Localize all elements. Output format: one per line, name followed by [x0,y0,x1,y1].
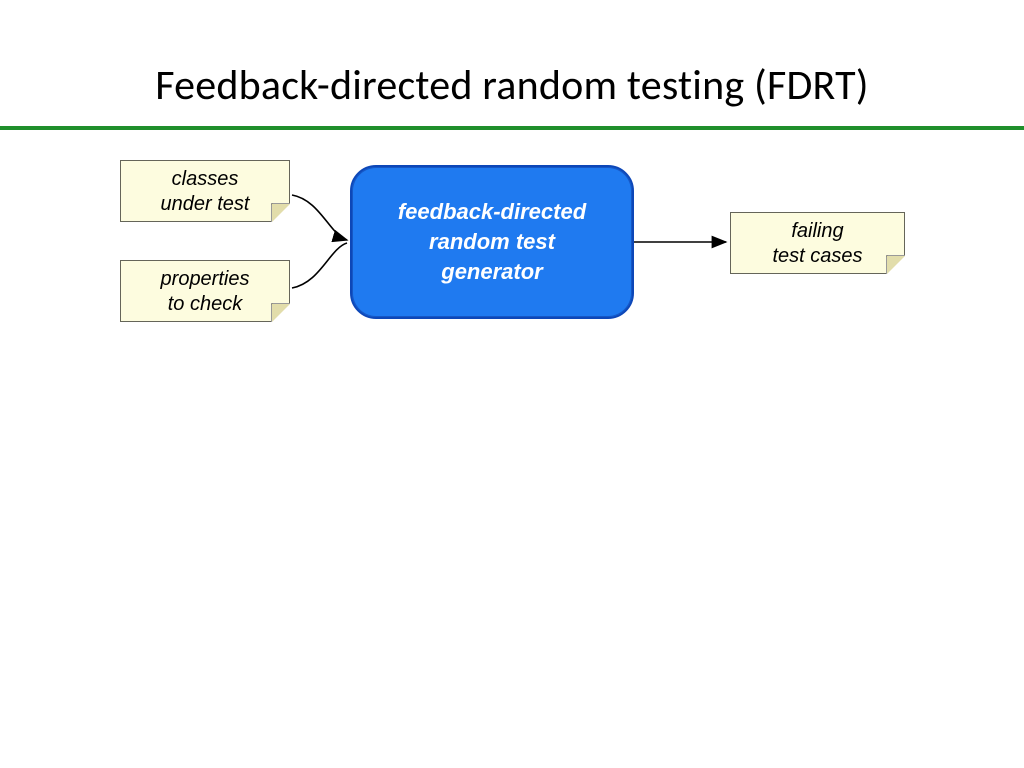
arrow-input-top [292,195,347,240]
note-classes-under-test: classes under test [120,160,290,222]
note-line: under test [121,192,289,217]
diagram-stage: classes under test properties to check f… [0,140,1024,740]
generator-line: feedback-directed [352,197,632,227]
note-properties-to-check: properties to check [120,260,290,322]
title-underline [0,126,1024,130]
note-fold-icon [886,255,905,274]
arrow-input-bottom [292,243,347,288]
note-fold-icon [271,203,290,222]
note-line: properties [121,267,289,292]
note-line: classes [121,167,289,192]
generator-line: random test [352,227,632,257]
note-line: failing [731,219,904,244]
generator-box: feedback-directed random test generator [350,165,634,319]
note-line: to check [121,292,289,317]
note-fold-icon [271,303,290,322]
slide-title: Feedback-directed random testing (FDRT) [0,60,1024,111]
note-failing-test-cases: failing test cases [730,212,905,274]
generator-line: generator [352,257,632,287]
note-line: test cases [731,244,904,269]
